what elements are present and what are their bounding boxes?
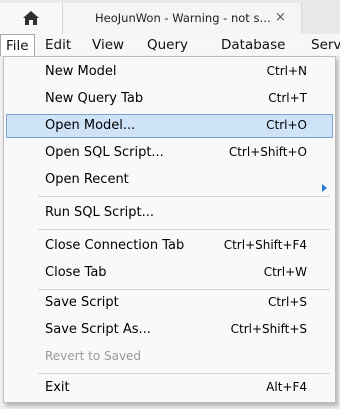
menu-item-close-connection-tab[interactable]: Close Connection Tab Ctrl+Shift+F4: [6, 234, 333, 258]
file-menu-dropdown: New Model Ctrl+N New Query Tab Ctrl+T Op…: [3, 56, 336, 403]
menu-item-label: Save Script: [45, 295, 119, 310]
menu-database[interactable]: Database: [221, 37, 285, 53]
menu-item-shortcut: Ctrl+W: [263, 265, 307, 279]
menu-item-label: Close Connection Tab: [45, 238, 185, 253]
menu-item-close-tab[interactable]: Close Tab Ctrl+W: [6, 261, 333, 285]
submenu-arrow-icon: [322, 184, 327, 192]
menu-item-label: Open SQL Script...: [45, 145, 164, 160]
menu-item-open-sql-script[interactable]: Open SQL Script... Ctrl+Shift+O: [6, 141, 333, 165]
menu-separator: [38, 289, 330, 290]
tab-strip: HeoJunWon - Warning - not s… ×: [0, 0, 340, 34]
menu-file[interactable]: File: [0, 34, 35, 56]
menu-item-shortcut: Alt+F4: [266, 380, 307, 394]
menu-bar: File Edit View Query Database Serv: [0, 34, 340, 57]
menu-item-open-recent[interactable]: Open Recent: [6, 168, 333, 192]
menu-item-label: Open Model...: [45, 118, 136, 133]
menu-item-label: Exit: [45, 380, 70, 395]
menu-query[interactable]: Query: [147, 37, 188, 53]
menu-item-new-query-tab[interactable]: New Query Tab Ctrl+T: [6, 87, 333, 111]
menu-item-shortcut: Ctrl+Shift+F4: [223, 238, 307, 252]
menu-item-shortcut: Ctrl+N: [266, 64, 307, 78]
close-icon[interactable]: ×: [275, 10, 286, 25]
menu-server[interactable]: Serv: [311, 37, 340, 53]
menu-item-shortcut: Ctrl+Shift+S: [230, 322, 307, 336]
menu-item-label: Revert to Saved: [45, 349, 142, 363]
menu-item-save-script-as[interactable]: Save Script As... Ctrl+Shift+S: [6, 318, 333, 342]
menu-separator: [38, 196, 330, 197]
menu-item-new-model[interactable]: New Model Ctrl+N: [6, 60, 333, 84]
menu-item-label: Run SQL Script...: [45, 205, 155, 220]
menu-item-shortcut: Ctrl+Shift+O: [228, 145, 307, 159]
menu-item-label: New Model: [45, 64, 117, 79]
menu-item-revert-to-saved: Revert to Saved: [6, 345, 333, 369]
menu-item-shortcut: Ctrl+T: [268, 91, 307, 105]
menu-item-open-model[interactable]: Open Model... Ctrl+O: [6, 114, 333, 138]
menu-item-save-script[interactable]: Save Script Ctrl+S: [6, 291, 333, 315]
menu-item-shortcut: Ctrl+O: [266, 118, 307, 132]
home-icon: [23, 11, 39, 25]
menu-separator: [38, 373, 330, 374]
home-button[interactable]: [0, 3, 63, 34]
connection-tab[interactable]: HeoJunWon - Warning - not s… ×: [62, 3, 302, 34]
menu-item-exit[interactable]: Exit Alt+F4: [6, 376, 333, 400]
menu-item-label: Close Tab: [45, 265, 107, 280]
menu-item-label: New Query Tab: [45, 91, 144, 106]
menu-item-run-sql-script[interactable]: Run SQL Script...: [6, 201, 333, 225]
menu-view[interactable]: View: [92, 37, 124, 53]
menu-item-shortcut: Ctrl+S: [267, 295, 307, 309]
menu-separator: [38, 229, 330, 230]
menu-item-label: Save Script As...: [45, 322, 151, 337]
menu-item-label: Open Recent: [45, 172, 129, 187]
menu-edit[interactable]: Edit: [45, 37, 71, 53]
tab-title: HeoJunWon - Warning - not s…: [95, 11, 271, 25]
